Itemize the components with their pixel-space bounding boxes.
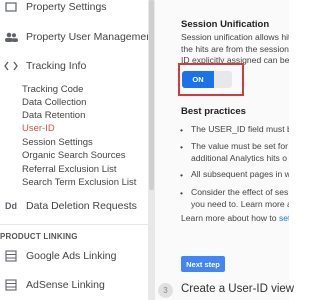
bullet-2-line-2: additional Analytics hits o [191, 152, 288, 163]
nav-data-collection[interactable]: Data Collection [22, 97, 86, 108]
bullet-dot: • [180, 125, 184, 135]
step-title[interactable]: Create a User-ID view [181, 283, 294, 295]
sidebar-scrollbar-thumb[interactable] [149, 0, 154, 190]
sidebar-divider [0, 224, 148, 225]
data-deletion-icon: Dd [5, 201, 17, 211]
admin-sidebar: Property Settings Property User Manageme… [0, 0, 155, 300]
bullet-4-line-1: Consider the effect of ses [191, 187, 289, 197]
nav-property-user-management[interactable]: Property User Management [0, 28, 155, 46]
nav-data-deletion-requests-label: Data Deletion Requests [26, 200, 137, 212]
bullet-2-line-1: The value must be set for [191, 141, 288, 151]
session-unification-text-line-1: Session unification allows hits [181, 32, 289, 42]
nav-search-term-exclusion-list[interactable]: Search Term Exclusion List [22, 177, 136, 188]
nav-data-deletion-requests[interactable]: Dd Data Deletion Requests [0, 199, 148, 213]
nav-user-id[interactable]: User-ID [22, 123, 55, 134]
learn-more-text: Learn more about how to set [181, 213, 289, 225]
bullet-dot: • [180, 188, 184, 198]
bullet-dot: • [180, 142, 184, 152]
session-unification-title: Session Unification [181, 19, 270, 30]
product-linking-heading: PRODUCT LINKING [0, 232, 78, 241]
user-id-setup-panel: Session Unification Session unification … [155, 0, 289, 300]
nav-adsense-linking-label: AdSense Linking [26, 279, 105, 291]
nav-google-ads-linking[interactable]: Google Ads Linking [0, 248, 148, 264]
nav-tracking-info[interactable]: Tracking Info [0, 58, 148, 74]
settings-icon [4, 1, 18, 13]
nav-property-settings[interactable]: Property Settings [0, 0, 148, 14]
nav-adsense-linking[interactable]: AdSense Linking [0, 277, 148, 293]
nav-tracking-info-label: Tracking Info [26, 60, 87, 72]
learn-more-link[interactable]: set [279, 213, 289, 223]
nav-property-settings-label: Property Settings [26, 1, 107, 13]
link-grid-icon [4, 250, 18, 262]
nav-session-settings[interactable]: Session Settings [22, 137, 93, 148]
users-icon [4, 31, 18, 43]
learn-more-prefix: Learn more about how to [181, 213, 279, 223]
code-brackets-icon [4, 60, 18, 72]
bullet-4-line-2: you need to. Learn more ab [191, 198, 289, 209]
nav-property-user-management-label: Property User Management [26, 31, 155, 43]
toggle-on-label: ON [182, 71, 214, 88]
step-number-badge: 3 [158, 283, 173, 298]
nav-referral-exclusion-list[interactable]: Referral Exclusion List [22, 164, 117, 175]
nav-data-retention[interactable]: Data Retention [22, 110, 85, 121]
session-unification-text-line-2: the hits are from the session i [181, 43, 289, 54]
nav-tracking-code[interactable]: Tracking Code [22, 84, 83, 95]
session-unification-toggle[interactable]: ON [182, 71, 232, 88]
nav-organic-search-sources[interactable]: Organic Search Sources [22, 150, 126, 161]
bullet-dot: • [180, 170, 184, 180]
nav-google-ads-linking-label: Google Ads Linking [26, 250, 117, 262]
next-step-button[interactable]: Next step [181, 256, 225, 272]
bullet-1-line-1: The USER_ID field must be [191, 124, 289, 134]
bullet-3-line-1: All subsequent pages in w [191, 169, 289, 179]
adsense-grid-icon [4, 279, 18, 291]
best-practices-title: Best practices [181, 106, 246, 117]
